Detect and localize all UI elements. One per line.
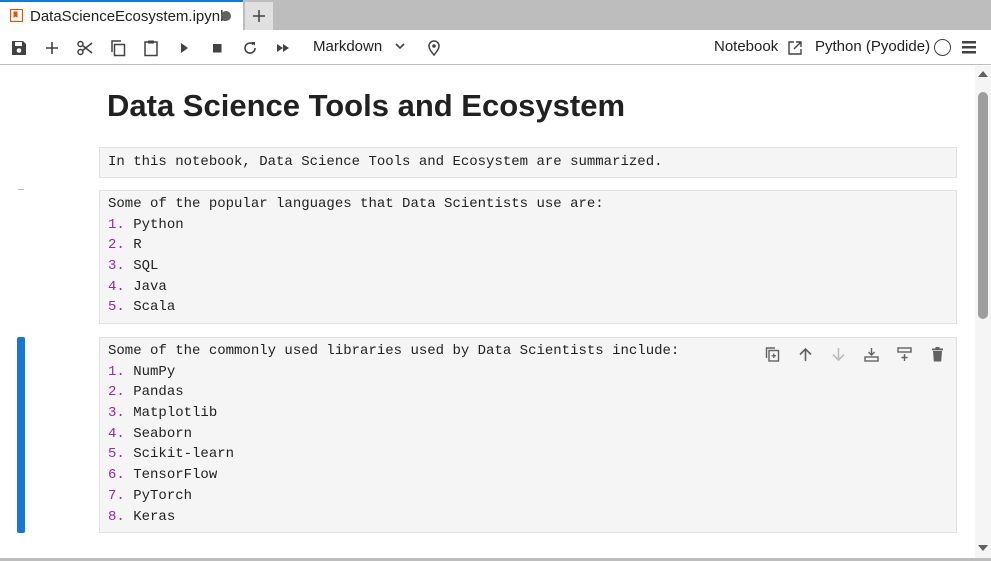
- arrow-down-icon: [831, 347, 845, 361]
- markdown-cell-languages[interactable]: Some of the popular languages that Data …: [99, 190, 957, 324]
- cell-intro: Some of the popular languages that Data …: [108, 196, 604, 212]
- vertical-scrollbar[interactable]: [975, 66, 991, 558]
- copy-icon: [111, 40, 126, 57]
- notebook-toolbar: Markdown Notebook Python (Pyodide): [0, 30, 991, 65]
- list-item: 2. R: [108, 237, 142, 254]
- insert-below-icon: [896, 346, 912, 361]
- tab-notebook[interactable]: DataScienceEcosystem.ipynb: [0, 0, 243, 30]
- markdown-cell-summary[interactable]: In this notebook, Data Science Tools and…: [99, 147, 957, 178]
- kernel-name[interactable]: Python (Pyodide): [815, 38, 930, 55]
- insert-above-icon: [863, 347, 879, 362]
- list-item: 5. Scala: [108, 299, 176, 316]
- arrow-up-icon: [798, 347, 812, 361]
- play-icon: [181, 43, 188, 53]
- list-item: 3. SQL: [108, 258, 159, 275]
- chevron-down-icon[interactable]: [393, 39, 407, 53]
- open-in-new-icon[interactable]: [784, 37, 806, 59]
- plus-icon: [46, 42, 58, 54]
- notebook-icon: [10, 9, 23, 22]
- external-link-icon: [788, 41, 802, 55]
- list-item: 4. Java: [108, 278, 167, 295]
- move-down-button[interactable]: [828, 344, 848, 364]
- list-item: 1. NumPy: [108, 363, 176, 380]
- restart-run-all-button[interactable]: [272, 37, 294, 59]
- clipboard-icon: [144, 40, 158, 57]
- notebook-heading: Data Science Tools and Ecosystem: [107, 88, 626, 123]
- list-item: 7. PyTorch: [108, 487, 193, 504]
- notebook-panel: Data Science Tools and Ecosystem In this…: [0, 66, 975, 558]
- list-item: 5. Scikit-learn: [108, 446, 235, 463]
- insert-below-button[interactable]: [894, 344, 914, 364]
- scroll-up-icon[interactable]: [978, 70, 988, 78]
- list-item: 3. Matplotlib: [108, 405, 218, 422]
- move-up-button[interactable]: [795, 344, 815, 364]
- save-button[interactable]: [8, 37, 30, 59]
- insert-cell-button[interactable]: [41, 37, 63, 59]
- menu-icon[interactable]: [961, 39, 977, 55]
- scissors-icon: [77, 40, 93, 56]
- plus-icon: [253, 10, 265, 22]
- restart-button[interactable]: [239, 37, 261, 59]
- trash-icon: [931, 346, 943, 361]
- paste-button[interactable]: [140, 37, 162, 59]
- duplicate-icon: [765, 346, 779, 362]
- list-item: 6. TensorFlow: [108, 467, 218, 484]
- run-button[interactable]: [173, 37, 195, 59]
- active-cell-indicator: [17, 337, 25, 533]
- unsaved-dot-icon[interactable]: [221, 11, 231, 21]
- list-item: 1. Python: [108, 216, 184, 233]
- list-item: 8. Keras: [108, 508, 176, 525]
- kernel-status-icon: [934, 39, 951, 56]
- scrollbar-thumb[interactable]: [978, 92, 988, 319]
- cell-type-select[interactable]: Markdown: [313, 38, 382, 55]
- fast-forward-icon: [277, 44, 289, 52]
- scroll-down-icon[interactable]: [978, 544, 988, 552]
- insert-above-button[interactable]: [861, 344, 881, 364]
- open-notebook-link[interactable]: Notebook: [714, 38, 778, 55]
- debugger-button[interactable]: [423, 37, 445, 59]
- interrupt-button[interactable]: [206, 37, 228, 59]
- markdown-cell-libraries[interactable]: Some of the commonly used libraries used…: [99, 337, 957, 533]
- duplicate-cell-button[interactable]: [762, 344, 782, 364]
- new-tab-button[interactable]: [245, 2, 273, 30]
- save-icon: [12, 41, 26, 55]
- refresh-icon: [244, 42, 256, 54]
- copy-button[interactable]: [107, 37, 129, 59]
- list-item: 2. Pandas: [108, 384, 184, 401]
- stop-icon: [213, 44, 222, 53]
- tab-bar: DataScienceEcosystem.ipynb: [0, 0, 991, 30]
- location-pin-icon: [428, 40, 440, 57]
- cell-collapser: [18, 189, 24, 190]
- tab-title: DataScienceEcosystem.ipynb: [30, 8, 229, 25]
- list-item: 4. Seaborn: [108, 425, 193, 442]
- cell-text: In this notebook, Data Science Tools and…: [108, 154, 663, 170]
- delete-cell-button[interactable]: [927, 344, 947, 364]
- cut-button[interactable]: [74, 37, 96, 59]
